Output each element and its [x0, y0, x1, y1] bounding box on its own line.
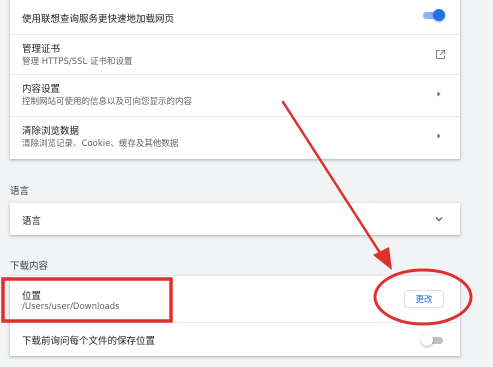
preload-row[interactable]: 使用联想查询服务更快速地加载网页	[10, 0, 460, 34]
download-location-title: 位置	[22, 291, 42, 302]
clear-browsing-data-row[interactable]: 清除浏览数据 清除浏览记录、Cookie、缓存及其他数据	[10, 116, 460, 159]
chevron-right-icon[interactable]	[434, 131, 444, 141]
download-location-path: /Users/user/Downloads	[22, 302, 120, 312]
ask-where-to-save-label: 下载前询问每个文件的保存位置	[22, 336, 156, 347]
change-location-button[interactable]: 更改	[404, 290, 444, 308]
download-location-row: 位置 /Users/user/Downloads 更改	[10, 276, 460, 322]
clear-browsing-data-title: 清除浏览数据	[22, 126, 80, 137]
privacy-card: 使用联想查询服务更快速地加载网页 管理证书 管理 HTTPS/SSL 证书和设置…	[10, 0, 460, 159]
chevron-down-icon[interactable]	[434, 214, 444, 224]
preload-label: 使用联想查询服务更快速地加载网页	[22, 14, 175, 25]
content-settings-row[interactable]: 内容设置 控制网站可使用的信息以及可向您显示的内容	[10, 74, 460, 116]
clear-browsing-data-subtitle: 清除浏览记录、Cookie、缓存及其他数据	[22, 139, 179, 149]
downloads-heading: 下载内容	[10, 261, 49, 272]
manage-certificates-title: 管理证书	[22, 44, 61, 55]
ask-where-to-save-row[interactable]: 下载前询问每个文件的保存位置	[10, 322, 460, 356]
content-settings-subtitle: 控制网站可使用的信息以及可向您显示的内容	[22, 97, 193, 107]
content-settings-title: 内容设置	[22, 84, 61, 95]
open-in-new-icon[interactable]	[435, 49, 446, 60]
preload-toggle[interactable]	[421, 9, 445, 21]
manage-certificates-row[interactable]: 管理证书 管理 HTTPS/SSL 证书和设置	[10, 34, 460, 74]
ask-where-to-save-toggle[interactable]	[421, 334, 445, 346]
languages-row-label: 语言	[22, 216, 42, 227]
languages-card: 语言	[10, 203, 460, 235]
languages-heading: 语言	[10, 186, 30, 197]
chevron-right-icon[interactable]	[434, 89, 444, 99]
manage-certificates-subtitle: 管理 HTTPS/SSL 证书和设置	[22, 57, 133, 67]
languages-row[interactable]: 语言	[10, 203, 460, 235]
downloads-card: 位置 /Users/user/Downloads 更改 下载前询问每个文件的保存…	[10, 276, 460, 356]
